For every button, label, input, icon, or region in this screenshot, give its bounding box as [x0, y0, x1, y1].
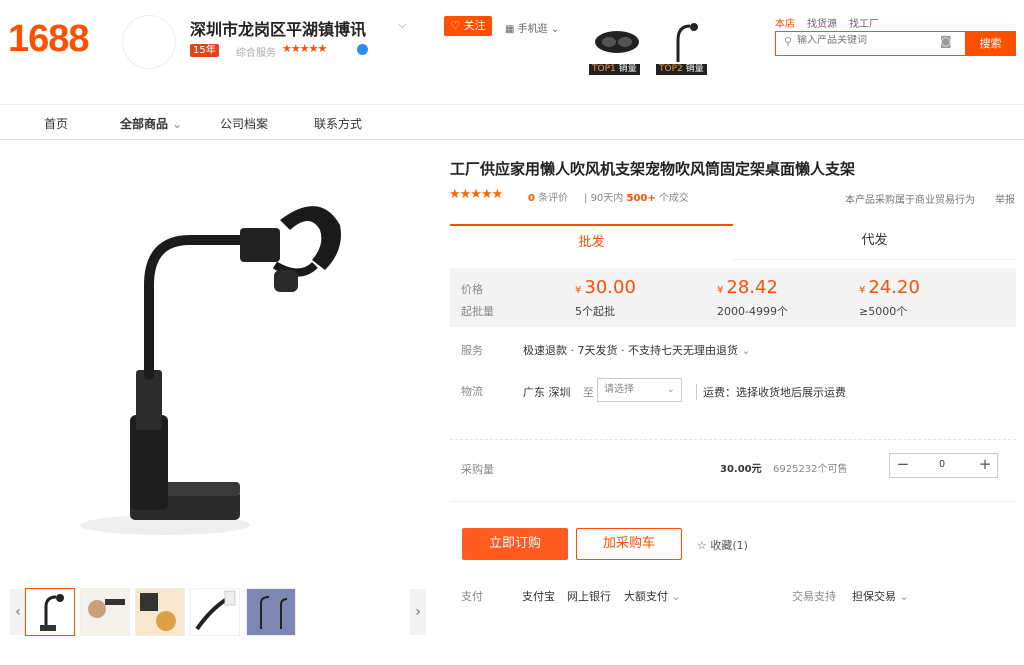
divider: [450, 501, 1016, 502]
rating-stars: ★★★★★: [449, 187, 503, 202]
chevron-down-icon[interactable]: ⌵: [398, 18, 406, 32]
price-tier: ¥28.42: [717, 277, 778, 298]
search-tab-factory[interactable]: 找工厂: [849, 15, 879, 30]
payment-method[interactable]: 大额支付 ⌄: [624, 588, 681, 604]
quantity-input[interactable]: [920, 459, 964, 470]
search-input[interactable]: [797, 35, 937, 46]
chevron-down-icon: ⌄: [172, 117, 183, 131]
follow-button[interactable]: ♡ 关注: [444, 16, 492, 36]
logistics-label: 物流: [461, 385, 483, 398]
payment-method: 网上银行: [567, 590, 611, 603]
add-to-cart-button[interactable]: 加采购车: [576, 528, 682, 560]
price-label: 价格: [461, 283, 483, 296]
thumbnail[interactable]: [25, 588, 75, 636]
search-tab-shop[interactable]: 本店: [775, 15, 795, 30]
nav-item-contact[interactable]: 联系方式: [314, 115, 362, 132]
thumbnail[interactable]: [135, 588, 185, 636]
score-stars: ★★★★★: [282, 42, 327, 55]
plus-button[interactable]: +: [978, 455, 992, 473]
site-logo[interactable]: 1688: [8, 18, 90, 61]
chevron-down-icon: ⌄: [671, 590, 681, 603]
moq-label: 起批量: [461, 305, 494, 318]
chevron-down-icon: ⌄: [666, 384, 675, 395]
payment-method: 支付宝: [522, 590, 555, 603]
payment-label: 支付: [461, 590, 483, 603]
mobile-browse-link[interactable]: ▦ 手机逛 ⌄: [505, 20, 559, 35]
minus-button[interactable]: −: [896, 455, 910, 473]
chevron-down-icon: ⌄: [741, 344, 751, 357]
trade-note: 本产品采购属于商业贸易行为: [845, 195, 975, 206]
star-icon: ☆: [697, 539, 707, 552]
ship-to-label: 至: [583, 386, 594, 399]
ship-from: 广东 深圳: [523, 386, 571, 399]
service-value[interactable]: 极速退款 · 7天发货 · 不支持七天无理由退货 ⌄: [523, 342, 751, 358]
nav-item-home[interactable]: 首页: [44, 115, 68, 132]
top-product-2[interactable]: TOP2 销量: [656, 20, 711, 75]
thumbnail[interactable]: [80, 588, 130, 636]
price-tier: ¥30.00: [575, 277, 636, 298]
tier-quantity: 5个起批: [575, 305, 615, 318]
thumbs-next-button[interactable]: ›: [410, 589, 426, 635]
mobile-label: 手机逛: [517, 24, 548, 35]
sales-info: | 90天内 500+ 个成交: [584, 193, 689, 204]
product-title: 工厂供应家用懒人吹风机支架宠物吹风筒固定架桌面懒人支架: [450, 160, 856, 178]
product-thumbnail-icon: [595, 31, 639, 53]
years-badge: 15年: [190, 44, 219, 57]
chevron-down-icon: ⌄: [899, 590, 909, 603]
report-link[interactable]: 举报: [995, 191, 1015, 206]
tier-quantity: ≥5000个: [859, 305, 908, 318]
tab-wholesale[interactable]: 批发: [450, 224, 733, 260]
product-main-image[interactable]: [40, 170, 420, 570]
review-count[interactable]: 0 条评价: [528, 189, 568, 204]
verified-icon: [357, 44, 368, 55]
thumbnail[interactable]: [190, 588, 240, 636]
camera-icon[interactable]: ◙: [940, 34, 952, 48]
quantity-label: 采购量: [461, 463, 494, 476]
search-button[interactable]: 搜索: [965, 31, 1016, 56]
search-tab-source[interactable]: 找货源: [807, 15, 837, 30]
thumbs-prev-button[interactable]: ‹: [10, 589, 26, 635]
top-badge-1: TOP1 销量: [589, 64, 640, 75]
product-thumbnail-icon: [676, 23, 698, 62]
unit-price: 30.00元: [720, 464, 762, 475]
shop-name[interactable]: 深圳市龙岗区平湖镇博讯: [190, 16, 366, 40]
favorite-button[interactable]: ☆ 收藏(1): [697, 537, 748, 553]
top-product-1[interactable]: TOP1 销量: [589, 20, 644, 75]
shop-avatar[interactable]: [122, 15, 176, 69]
search-icon: ⚲: [784, 35, 793, 48]
buy-now-button[interactable]: 立即订购: [462, 528, 568, 560]
tier-quantity: 2000-4999个: [717, 305, 788, 318]
divider: [450, 439, 1016, 440]
nav-item-company[interactable]: 公司档案: [220, 115, 268, 132]
service-label: 服务: [461, 344, 483, 357]
qr-icon: ▦: [505, 24, 518, 35]
tab-dropship[interactable]: 代发: [733, 224, 1016, 260]
trade-support-value[interactable]: 担保交易 ⌄: [852, 588, 909, 604]
score-label: 综合服务: [236, 48, 276, 59]
price-tier: ¥24.20: [859, 277, 920, 298]
top-badge-2: TOP2 销量: [656, 64, 707, 75]
region-select[interactable]: 请选择 ⌄: [597, 378, 682, 402]
nav-item-all-products[interactable]: 全部商品 ⌄: [120, 115, 182, 132]
trade-support-label: 交易支持: [792, 590, 836, 603]
thumbnail[interactable]: [246, 588, 296, 636]
shipping-fee: 运费：选择收货地后展示运费: [696, 384, 846, 400]
stock-available: 6925232个可售: [773, 464, 848, 475]
